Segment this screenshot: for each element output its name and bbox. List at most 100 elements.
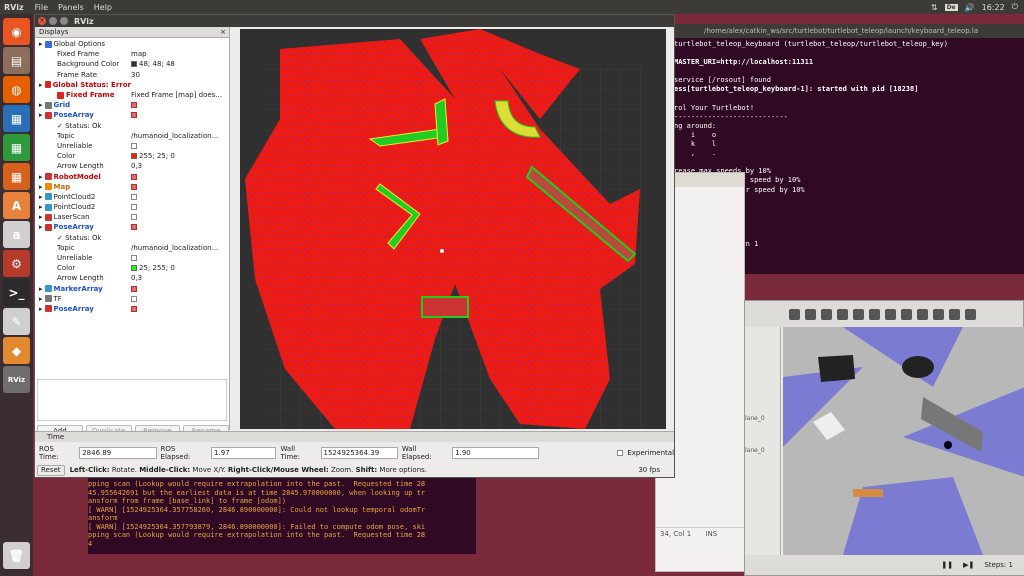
enable-checkbox[interactable] xyxy=(131,142,137,149)
display-row[interactable]: ▸ Global Options xyxy=(37,39,228,49)
enable-checkbox[interactable] xyxy=(131,112,137,119)
firefox-icon[interactable]: ◍ xyxy=(3,76,30,103)
expand-arrow-icon[interactable]: ▸ xyxy=(39,305,43,313)
menu-file[interactable]: File xyxy=(30,3,53,12)
expand-arrow-icon[interactable]: ▸ xyxy=(39,111,43,119)
display-row[interactable]: Unreliable xyxy=(37,141,228,151)
gazebo-3d-view[interactable] xyxy=(783,327,1024,555)
color-swatch[interactable] xyxy=(131,61,137,68)
expand-arrow-icon[interactable]: ▸ xyxy=(39,295,43,303)
enable-checkbox[interactable] xyxy=(131,214,137,221)
rviz-3d-viewport[interactable] xyxy=(240,29,666,429)
clock[interactable]: 16:22 xyxy=(982,3,1005,12)
ros-elapsed-field[interactable]: 1.97 xyxy=(211,447,277,459)
pause-icon[interactable]: ❚❚ xyxy=(941,561,953,569)
display-row-value[interactable]: map xyxy=(131,50,147,58)
experimental-checkbox[interactable] xyxy=(617,450,624,456)
display-row-value[interactable]: 25; 255; 0 xyxy=(139,264,175,272)
expand-arrow-icon[interactable]: ▸ xyxy=(39,285,43,293)
side-item[interactable]: lane_0 xyxy=(745,447,765,454)
camera-icon[interactable] xyxy=(965,308,976,320)
display-row[interactable]: ▸ TF xyxy=(37,294,228,304)
menu-help[interactable]: Help xyxy=(89,3,117,12)
expand-arrow-icon[interactable]: ▸ xyxy=(39,213,43,221)
close-icon[interactable]: × xyxy=(38,17,46,25)
text-editor-icon[interactable]: ✎ xyxy=(3,308,30,335)
display-row[interactable]: Arrow Length 0,3 xyxy=(37,273,228,283)
writer-icon[interactable]: ▦ xyxy=(3,105,30,132)
display-row-value[interactable]: /humanoid_localization... xyxy=(131,244,218,252)
impress-icon[interactable]: ▦ xyxy=(3,163,30,190)
minimize-icon[interactable] xyxy=(49,17,57,25)
expand-arrow-icon[interactable]: ▸ xyxy=(39,183,43,191)
software-center-icon[interactable]: A xyxy=(3,192,30,219)
rotate-icon[interactable] xyxy=(821,308,832,320)
display-row-value[interactable]: /humanoid_localization... xyxy=(131,132,218,140)
gazebo-icon[interactable]: ◆ xyxy=(3,337,30,364)
volume-icon[interactable]: 🔊 xyxy=(965,3,975,12)
display-row[interactable]: ▸ Map xyxy=(37,182,228,192)
steps-value[interactable]: 1 xyxy=(1009,561,1013,569)
display-row[interactable]: ▸ PoseArray xyxy=(37,304,228,314)
display-row[interactable]: ▸ PoseArray xyxy=(37,110,228,120)
display-row[interactable]: ▸ LaserScan xyxy=(37,212,228,222)
display-row-value[interactable]: 30 xyxy=(131,71,140,79)
ros-time-field[interactable]: 2846.89 xyxy=(79,447,157,459)
menu-panels[interactable]: Panels xyxy=(53,3,89,12)
color-swatch[interactable] xyxy=(131,153,137,160)
display-row[interactable]: ✓ Status: Ok xyxy=(37,233,228,243)
settings-icon[interactable]: ⚙ xyxy=(3,250,30,277)
display-row[interactable]: Color 255; 25; 0 xyxy=(37,151,228,161)
display-row-value[interactable]: 255; 25; 0 xyxy=(139,152,175,160)
gazebo-window[interactable]: lane_0 lane_0 ❚❚ ▶❚ Steps: 1 xyxy=(744,300,1024,576)
enable-checkbox[interactable] xyxy=(131,305,137,312)
expand-arrow-icon[interactable]: ▸ xyxy=(39,101,43,109)
display-row[interactable]: Fixed Frame Fixed Frame [map] does... xyxy=(37,90,228,100)
terminal-icon[interactable]: >_ xyxy=(3,279,30,306)
display-row[interactable]: Topic/humanoid_localization... xyxy=(37,131,228,141)
enable-checkbox[interactable] xyxy=(131,102,137,109)
display-row[interactable]: Fixed Frame map xyxy=(37,49,228,59)
undo-icon[interactable] xyxy=(853,308,864,320)
rviz-window[interactable]: × RViz Displays × ▸ Global Options Fixed F… xyxy=(34,14,675,478)
enable-checkbox[interactable] xyxy=(131,183,137,190)
light-icon[interactable] xyxy=(917,308,928,320)
wall-elapsed-field[interactable]: 1.90 xyxy=(452,447,540,459)
display-row-value[interactable]: Fixed Frame [map] does... xyxy=(131,91,222,99)
copy-icon[interactable] xyxy=(933,308,944,320)
enable-checkbox[interactable] xyxy=(131,255,137,262)
display-row-value[interactable]: 0,3 xyxy=(131,162,142,170)
display-row[interactable]: Background Color 48; 48; 48 xyxy=(37,59,228,69)
enable-checkbox[interactable] xyxy=(131,204,137,211)
select-icon[interactable] xyxy=(789,308,800,320)
display-row-value[interactable]: 48; 48; 48 xyxy=(139,60,175,68)
wall-time-field[interactable]: 1524925364.39 xyxy=(320,447,398,459)
files-icon[interactable]: ▤ xyxy=(3,47,30,74)
expand-arrow-icon[interactable]: ▸ xyxy=(39,173,43,181)
color-swatch[interactable] xyxy=(131,265,137,272)
display-row[interactable]: Topic/humanoid_localization... xyxy=(37,243,228,253)
step-icon[interactable]: ▶❚ xyxy=(963,561,974,569)
ubuntu-dash-icon[interactable]: ◉ xyxy=(3,18,30,45)
trash-icon[interactable]: 🗑 xyxy=(3,542,30,569)
display-row[interactable]: ✓ Status: Ok xyxy=(37,121,228,131)
calc-icon[interactable]: ▦ xyxy=(3,134,30,161)
translate-icon[interactable] xyxy=(805,308,816,320)
display-row[interactable]: ▸ MarkerArray xyxy=(37,284,228,294)
scale-icon[interactable] xyxy=(837,308,848,320)
close-icon[interactable]: × xyxy=(220,28,226,36)
keyboard-layout-indicator[interactable]: De xyxy=(944,3,958,11)
amazon-icon[interactable]: a xyxy=(3,221,30,248)
display-row[interactable]: Frame Rate 30 xyxy=(37,70,228,80)
enable-checkbox[interactable] xyxy=(131,224,137,231)
power-icon[interactable]: ⏻ xyxy=(1012,2,1018,12)
display-row[interactable]: Arrow Length 0,3 xyxy=(37,161,228,171)
expand-arrow-icon[interactable]: ▸ xyxy=(39,81,43,89)
expand-arrow-icon[interactable]: ▸ xyxy=(39,223,43,231)
display-row[interactable]: ▸ PoseArray xyxy=(37,222,228,232)
enable-checkbox[interactable] xyxy=(131,193,137,200)
sphere-icon[interactable] xyxy=(885,308,896,320)
display-row[interactable]: ▸ RobotModel xyxy=(37,171,228,181)
expand-arrow-icon[interactable]: ▸ xyxy=(39,40,43,48)
rviz-icon[interactable]: RViz xyxy=(3,366,30,393)
